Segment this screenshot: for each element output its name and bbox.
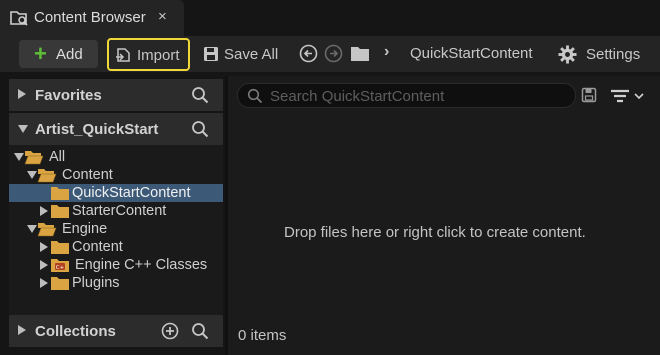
tree-item[interactable]: C+ Engine C++ Classes: [9, 256, 223, 274]
project-header[interactable]: Artist_QuickStart: [9, 113, 223, 145]
empty-message: Drop files here or right click to create…: [284, 224, 586, 241]
search-box[interactable]: [237, 83, 576, 108]
settings-button[interactable]: Settings: [558, 43, 640, 65]
add-button-label: Add: [56, 46, 83, 63]
search-icon[interactable]: [191, 120, 209, 138]
tree-item-label: Content: [72, 239, 123, 255]
folder-open-icon: [37, 223, 57, 237]
expand-arrow-icon[interactable]: [40, 242, 48, 252]
tab-bar: Content Browser ×: [0, 0, 660, 36]
folder-icon: [51, 241, 69, 254]
cpp-folder-icon: C+: [51, 259, 69, 272]
import-button-label: Import: [137, 47, 180, 64]
forward-arrow-icon[interactable]: [324, 44, 343, 63]
collapse-arrow-icon[interactable]: [27, 225, 37, 233]
folder-open-icon: [37, 169, 57, 183]
collapse-arrow-icon[interactable]: [18, 125, 28, 133]
tree-item[interactable]: Content: [9, 166, 223, 184]
save-all-label: Save All: [224, 45, 279, 63]
search-icon[interactable]: [191, 322, 209, 340]
collapse-arrow-icon[interactable]: [27, 171, 37, 179]
save-all-button[interactable]: Save All: [203, 44, 278, 64]
add-circle-icon[interactable]: [161, 322, 179, 340]
expand-arrow-icon[interactable]: [40, 278, 48, 288]
close-icon[interactable]: ×: [158, 8, 167, 25]
tree-item-label: Engine C++ Classes: [75, 257, 208, 273]
tab-content-browser[interactable]: Content Browser ×: [0, 0, 184, 36]
svg-text:C+: C+: [56, 265, 65, 271]
tree-item[interactable]: Plugins: [9, 274, 223, 292]
tree-item-label: Content: [62, 167, 113, 183]
collapse-arrow-icon[interactable]: [14, 153, 24, 161]
breadcrumb[interactable]: QuickStartContent: [410, 45, 533, 62]
item-count: 0 items: [238, 327, 287, 344]
filter-icon[interactable]: [609, 87, 647, 105]
save-search-icon[interactable]: [581, 87, 597, 103]
tree-item-label: Plugins: [72, 275, 120, 291]
gear-icon: [558, 44, 577, 64]
tree-item-label: StarterContent: [72, 203, 167, 219]
search-icon[interactable]: [191, 86, 209, 104]
folder-open-icon: [24, 151, 44, 165]
import-icon: [116, 48, 130, 62]
expand-arrow-icon[interactable]: [40, 260, 48, 270]
tree-item[interactable]: Content: [9, 238, 223, 256]
expand-arrow-icon[interactable]: [18, 89, 26, 99]
expand-arrow-icon[interactable]: [18, 325, 26, 335]
folder-icon: [51, 205, 69, 218]
breadcrumb-chevron-icon[interactable]: ›: [384, 43, 389, 61]
tree-item[interactable]: StarterContent: [9, 202, 223, 220]
folder-tree: All Content QuickStartContent StarterConten…: [9, 145, 223, 315]
tree-item[interactable]: QuickStartContent: [9, 184, 223, 202]
folder-icon: [51, 277, 69, 290]
tab-title: Content Browser: [34, 9, 146, 26]
back-arrow-icon[interactable]: [299, 44, 318, 63]
search-input[interactable]: [270, 86, 560, 106]
toolbar: + Add Import Save All › QuickStartConten…: [0, 36, 660, 72]
collections-label: Collections: [35, 323, 116, 340]
project-label: Artist_QuickStart: [35, 121, 159, 138]
expand-arrow-icon[interactable]: [40, 206, 48, 216]
tree-item[interactable]: Engine: [9, 220, 223, 238]
collections-header[interactable]: Collections: [9, 315, 223, 347]
content-browser-icon: [10, 11, 28, 26]
folder-icon: [51, 187, 69, 200]
settings-label: Settings: [586, 45, 641, 63]
tree-item-label: QuickStartContent: [72, 185, 191, 201]
tree-item-label: Engine: [62, 221, 108, 237]
search-icon: [247, 88, 263, 104]
save-icon: [204, 47, 218, 61]
tree-item[interactable]: All: [9, 148, 223, 166]
plus-icon: +: [34, 41, 47, 66]
asset-view[interactable]: Drop files here or right click to create…: [228, 76, 660, 355]
sources-panel: Favorites Artist_QuickStart All Content Qu…: [9, 79, 223, 347]
folder-icon[interactable]: [350, 45, 370, 62]
import-button[interactable]: Import: [107, 38, 190, 71]
favorites-header[interactable]: Favorites: [9, 79, 223, 111]
favorites-label: Favorites: [35, 87, 102, 104]
tree-item-label: All: [49, 149, 66, 165]
add-button[interactable]: + Add: [19, 40, 98, 68]
